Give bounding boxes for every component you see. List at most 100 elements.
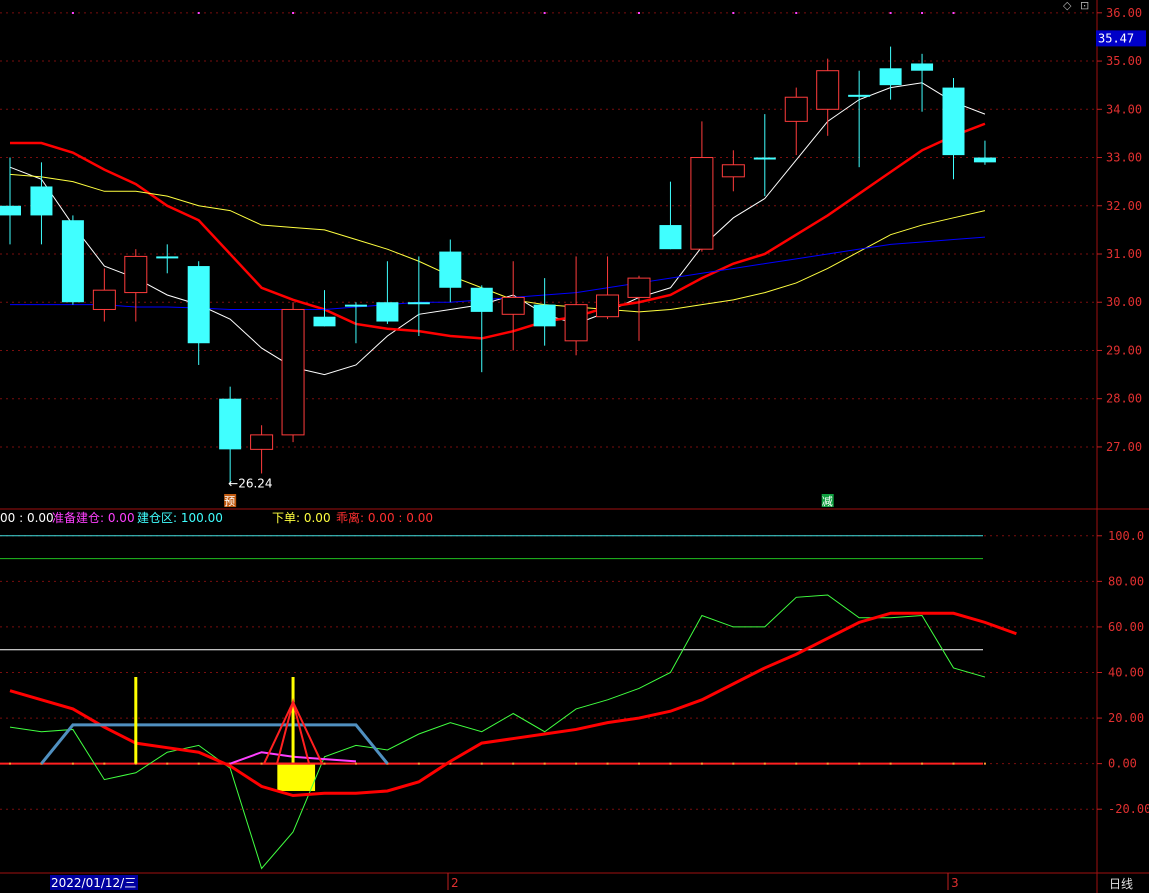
candle-body bbox=[376, 302, 399, 322]
candle-body bbox=[564, 304, 588, 342]
candle-body bbox=[659, 225, 682, 250]
indicator-legend-item: 准备建仓: 0.00 bbox=[52, 511, 135, 525]
price-tick-label: 36.00 bbox=[1106, 6, 1142, 20]
candle-body bbox=[911, 63, 934, 71]
zero-line-dot bbox=[795, 762, 798, 765]
candle-body bbox=[784, 96, 808, 122]
date-label: 2022/01/12/三 bbox=[51, 876, 136, 890]
candle-body bbox=[470, 287, 493, 312]
indicator-tick-label: 40.00 bbox=[1108, 665, 1144, 679]
zero-line-dot bbox=[9, 762, 11, 765]
top-signal-dot bbox=[71, 12, 74, 14]
candle-body bbox=[281, 308, 305, 436]
price-tick-label: 28.00 bbox=[1106, 392, 1142, 406]
zero-line-dot bbox=[669, 762, 672, 765]
zero-line-dot bbox=[983, 762, 986, 765]
candle-body bbox=[848, 94, 871, 97]
top-signal-dot bbox=[292, 12, 295, 14]
candle-body bbox=[313, 316, 336, 327]
candle-body bbox=[61, 220, 84, 303]
month-label: 2 bbox=[451, 876, 459, 890]
marker-label: 减 bbox=[822, 495, 833, 508]
zero-line-dot bbox=[512, 762, 515, 765]
period-label: 日线 bbox=[1109, 877, 1133, 891]
candle-body bbox=[816, 70, 840, 110]
candle-body bbox=[879, 68, 902, 86]
zero-line-dot bbox=[354, 762, 357, 765]
zero-line-dot bbox=[71, 762, 74, 765]
zero-line-dot bbox=[889, 762, 892, 765]
top-signal-dot bbox=[952, 12, 955, 14]
zero-line-dot bbox=[638, 762, 640, 765]
candle-body bbox=[250, 434, 274, 450]
zero-line-dot bbox=[732, 762, 735, 765]
zero-line-dot bbox=[260, 762, 263, 765]
top-signal-dot bbox=[732, 12, 735, 14]
candle-body bbox=[721, 164, 745, 178]
indicator-tick-label: 60.00 bbox=[1108, 620, 1144, 634]
candle-body bbox=[596, 294, 620, 318]
zero-line-dot bbox=[417, 762, 420, 765]
current-price-label: 35.47 bbox=[1098, 31, 1134, 45]
candle-body bbox=[439, 251, 462, 288]
candle-body bbox=[0, 205, 21, 216]
candle-body bbox=[187, 266, 210, 344]
candle-body bbox=[156, 256, 179, 259]
price-tick-label: 33.00 bbox=[1106, 151, 1142, 165]
zero-line-dot bbox=[480, 762, 483, 765]
price-tick-label: 32.00 bbox=[1106, 199, 1142, 213]
order-signal-bar bbox=[277, 763, 316, 791]
zero-line-dot bbox=[543, 762, 546, 765]
price-tick-label: 34.00 bbox=[1106, 102, 1142, 116]
diamond-icon: ◇ bbox=[1063, 0, 1072, 12]
marker-label: 预 bbox=[224, 495, 235, 508]
indicator-tick-label: 80.00 bbox=[1108, 574, 1144, 588]
indicator-tick-label: -20.00 bbox=[1108, 802, 1149, 816]
candle-body bbox=[30, 186, 53, 216]
candle-body bbox=[501, 296, 525, 315]
candle-body bbox=[344, 304, 367, 307]
chart-background bbox=[0, 0, 1149, 893]
zero-line-dot bbox=[575, 762, 578, 765]
top-signal-dot bbox=[889, 12, 892, 14]
candle-body bbox=[92, 289, 116, 310]
zero-line-dot bbox=[103, 762, 106, 765]
top-signal-dot bbox=[197, 12, 200, 14]
indicator-legend-item: 00 : 0.00 bbox=[0, 511, 54, 525]
price-tick-label: 30.00 bbox=[1106, 295, 1142, 309]
top-signal-dot bbox=[795, 12, 798, 14]
candle-body bbox=[973, 157, 996, 163]
candle-body bbox=[942, 87, 965, 156]
price-tick-label: 31.00 bbox=[1106, 247, 1142, 261]
zero-line-dot bbox=[197, 762, 200, 765]
price-tick-label: 29.00 bbox=[1106, 343, 1142, 357]
indicator-tick-label: 20.00 bbox=[1108, 711, 1144, 725]
zero-line-dot bbox=[921, 762, 924, 765]
zero-line-dot bbox=[700, 762, 703, 765]
month-label: 3 bbox=[951, 876, 959, 890]
candle-body bbox=[627, 277, 651, 298]
indicator-tick-label: 100.0 bbox=[1108, 529, 1144, 543]
zero-line-dot bbox=[323, 762, 326, 765]
candle-body bbox=[219, 398, 242, 450]
candle-body bbox=[690, 157, 714, 250]
stock-chart: 36.0035.0034.0033.0032.0031.0030.0029.00… bbox=[0, 0, 1149, 893]
top-signal-dot bbox=[921, 12, 924, 14]
zero-line-dot bbox=[606, 762, 609, 765]
zero-line-dot bbox=[826, 762, 829, 765]
low-price-annotation: ←26.24 bbox=[228, 477, 272, 491]
candle-body bbox=[533, 304, 556, 327]
zero-line-dot bbox=[952, 762, 955, 765]
zero-line-dot bbox=[166, 762, 169, 765]
indicator-legend-item: 乖离: 0.00 : 0.00 bbox=[336, 510, 433, 525]
price-tick-label: 35.00 bbox=[1106, 54, 1142, 68]
indicator-tick-label: 0.00 bbox=[1108, 757, 1137, 771]
top-signal-dot bbox=[543, 12, 546, 14]
price-tick-label: 27.00 bbox=[1106, 440, 1142, 454]
top-signal-dot bbox=[638, 12, 640, 14]
indicator-legend-item: 建仓区: 100.00 bbox=[137, 511, 223, 525]
indicator-legend-item: 下单: 0.00 bbox=[272, 511, 331, 525]
zero-line-dot bbox=[763, 762, 766, 765]
zero-line-dot bbox=[858, 762, 861, 765]
candle-body bbox=[407, 302, 430, 305]
